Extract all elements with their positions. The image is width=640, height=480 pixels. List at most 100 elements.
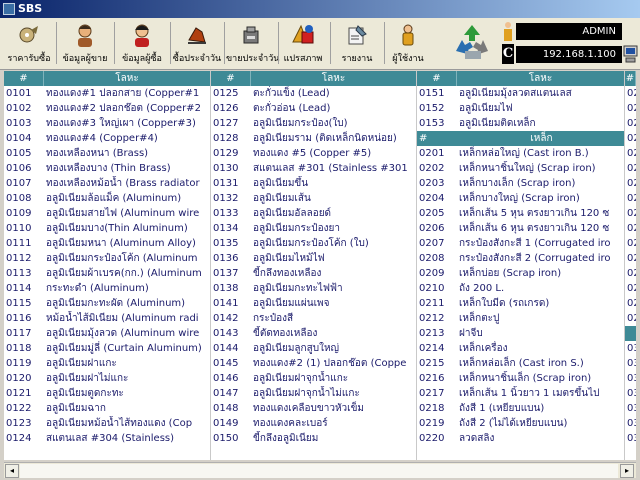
column-header[interactable]: # โลหะ xyxy=(211,71,416,86)
scroll-right-button[interactable]: ▸ xyxy=(620,464,634,478)
table-row[interactable]: 0201 เหล็กหล่อใหญ่ (Cast iron B.) xyxy=(417,146,624,161)
table-row[interactable]: 0141 อลูมิเนียมแผ่นเพจ xyxy=(211,296,416,311)
table-row[interactable]: 0206 เหล็กเส้น 6 หุน ตรงยาวเกิน 120 ซ xyxy=(417,221,624,236)
table-row[interactable]: 0119 อลูมิเนียมฝาแกะ xyxy=(4,356,210,371)
table-row[interactable]: 02 xyxy=(625,206,636,221)
seller-info-button[interactable]: ข้อมูลผู้ขาย xyxy=(58,20,112,66)
table-row[interactable]: 0203 เหล็กบางเล็ก (Scrap iron) xyxy=(417,176,624,191)
table-row[interactable]: 0130 สแตนเลส #301 (Stainless #301 xyxy=(211,161,416,176)
table-row[interactable]: 03 xyxy=(625,431,636,446)
table-row[interactable]: 0131 อลูมิเนียมขึ้น xyxy=(211,176,416,191)
table-row[interactable]: 0208 กระป๋องสังกะสี 2 (Corrugated iro xyxy=(417,251,624,266)
table-row[interactable]: 0211 เหล็กใบมีด (รถเกรด) xyxy=(417,296,624,311)
table-row[interactable]: 0121 อลูมิเนียมตูดกะทะ xyxy=(4,386,210,401)
table-row[interactable]: 0126 ตะกั่วอ่อน (Lead) xyxy=(211,101,416,116)
table-row[interactable]: 0219 ถังสี 2 (ไม่ได้เหยียบแบน) xyxy=(417,416,624,431)
table-row[interactable]: 0128 อลูมิเนียมราม (ติดเหล็กนิดหน่อย) xyxy=(211,131,416,146)
table-row[interactable]: 02 xyxy=(625,236,636,251)
table-row[interactable]: 0134 อลูมิเนียมกระป๋องยา xyxy=(211,221,416,236)
table-row[interactable]: 0115 อลูมิเนียมกะทะผัด (Aluminum) xyxy=(4,296,210,311)
table-row[interactable]: 02 xyxy=(625,221,636,236)
table-row[interactable]: 02 xyxy=(625,146,636,161)
table-row[interactable]: 0104 ทองแดง#4 (Copper#4) xyxy=(4,131,210,146)
column-header[interactable]: # โลหะ xyxy=(417,71,624,86)
table-row[interactable]: 02 xyxy=(625,131,636,146)
table-row[interactable]: 0103 ทองแดง#3 ใหญ่เผา (Copper#3) xyxy=(4,116,210,131)
table-row[interactable]: 02 xyxy=(625,176,636,191)
table-row[interactable]: 0217 เหล็กเส้น 1 นิ้วยาว 1 เมตรขึ้นไป xyxy=(417,386,624,401)
table-row[interactable]: 0112 อลูมิเนียมกระป๋องโค้ก (Aluminum xyxy=(4,251,210,266)
table-row[interactable]: 0212 เหล็กตะปู xyxy=(417,311,624,326)
table-row[interactable]: 0108 อลูมิเนียมล้อแม็ค (Aluminum) xyxy=(4,191,210,206)
table-row[interactable]: 03 xyxy=(625,341,636,356)
table-row[interactable]: 0118 อลูมิเนียมมู่ลี่ (Curtain Aluminum) xyxy=(4,341,210,356)
table-row[interactable]: 0105 ทองเหลืองหนา (Brass) xyxy=(4,146,210,161)
horizontal-scrollbar[interactable]: ◂ ▸ xyxy=(4,462,636,478)
column-header[interactable]: # โลหะ xyxy=(4,71,210,86)
table-row[interactable]: 03 xyxy=(625,416,636,431)
materials-grid[interactable]: # โลหะ 0101 ทองแดง#1 ปลอกสาย (Copper#1 0102 ท… xyxy=(4,71,636,460)
daily-buy-button[interactable]: ซื้อประจำวัน xyxy=(172,20,222,66)
title-bar[interactable]: SBS xyxy=(0,0,640,18)
table-row[interactable]: 0144 อลูมิเนียมลูกสูบใหญ่ xyxy=(211,341,416,356)
table-row[interactable]: 02 xyxy=(625,251,636,266)
table-row[interactable]: 0204 เหล็กบางใหญ่ (Scrap iron) xyxy=(417,191,624,206)
table-row[interactable]: 02 xyxy=(625,296,636,311)
table-row[interactable]: 03 xyxy=(625,386,636,401)
users-button[interactable]: ผู้ใช้งาน xyxy=(388,20,428,66)
table-row[interactable]: 0125 ตะกั่วแข็ง (Lead) xyxy=(211,86,416,101)
table-row[interactable]: 0151 อลูมิเนียมมุ้งลวดสแตนเลส xyxy=(417,86,624,101)
scroll-thumb[interactable] xyxy=(20,464,618,478)
table-row[interactable]: 0220 ลวดสลิง xyxy=(417,431,624,446)
table-row[interactable]: 0120 อลูมิเนียมฝาไม่แกะ xyxy=(4,371,210,386)
report-button[interactable]: รายงาน xyxy=(334,20,380,66)
table-row[interactable]: 0148 ทองแดงเคลือบขาวหัวเข็ม xyxy=(211,401,416,416)
table-row[interactable]: 0136 อลูมิเนียมไหม้ไฟ xyxy=(211,251,416,266)
table-row[interactable]: 0209 เหล็กบ่อย (Scrap iron) xyxy=(417,266,624,281)
table-row[interactable]: 02 xyxy=(625,86,636,101)
table-row[interactable]: 0147 อลูมิเนียมฝาจุกน้ำไม่แกะ xyxy=(211,386,416,401)
table-row[interactable]: 0213 ฝาจีบ xyxy=(417,326,624,341)
table-row[interactable]: 0124 สแตนเลส #304 (Stainless) xyxy=(4,431,210,446)
group-header-row[interactable] xyxy=(625,326,636,341)
table-row[interactable]: 0207 กระป๋องสังกะสี 1 (Corrugated iro xyxy=(417,236,624,251)
table-row[interactable]: 0146 อลูมิเนียมฝาจุกน้ำแกะ xyxy=(211,371,416,386)
table-row[interactable]: 0149 ทองแดงคละเบอร์ xyxy=(211,416,416,431)
table-row[interactable]: 0101 ทองแดง#1 ปลอกสาย (Copper#1 xyxy=(4,86,210,101)
table-row[interactable]: 0109 อลูมิเนียมสายไฟ (Aluminum wire xyxy=(4,206,210,221)
table-row[interactable]: 0123 อลูมิเนียมหม้อน้ำไส้ทองแดง (Cop xyxy=(4,416,210,431)
table-row[interactable]: 0214 เหล็กเครื่อง xyxy=(417,341,624,356)
table-row[interactable]: 0133 อลูมิเนียมอัลลอยด์ xyxy=(211,206,416,221)
table-row[interactable]: 0116 หม้อน้ำไส้มิเนียม (Aluminum radi xyxy=(4,311,210,326)
group-header-row[interactable]: # เหล็ก xyxy=(417,131,624,146)
table-row[interactable]: 0113 อลูมิเนียมผ้าเบรค(กก.) (Aluminum xyxy=(4,266,210,281)
table-row[interactable]: 02 xyxy=(625,191,636,206)
table-row[interactable]: 0216 เหล็กหนาชิ้นเล็ก (Scrap iron) xyxy=(417,371,624,386)
table-row[interactable]: 03 xyxy=(625,356,636,371)
table-row[interactable]: 02 xyxy=(625,116,636,131)
table-row[interactable]: 0145 ทองแดง#2 (1) ปลอกช๊อต (Coppe xyxy=(211,356,416,371)
buyer-info-button[interactable]: ข้อมูลผู้ซื้อ xyxy=(116,20,168,66)
table-row[interactable]: 0135 อลูมิเนียมกระป๋องโค้ก (ใบ) xyxy=(211,236,416,251)
table-row[interactable]: 0122 อลูมิเนียมฉาก xyxy=(4,401,210,416)
table-row[interactable]: 0143 ขี้ตัดทองเหลือง xyxy=(211,326,416,341)
column-header[interactable]: # xyxy=(625,71,636,86)
table-row[interactable]: 0132 อลูมิเนียมเส้น xyxy=(211,191,416,206)
table-row[interactable]: 0110 อลูมิเนียมบาง(Thin Aluminum) xyxy=(4,221,210,236)
table-row[interactable]: 0215 เหล็กหล่อเล็ก (Cast iron S.) xyxy=(417,356,624,371)
table-row[interactable]: 0142 กระป๋องสี xyxy=(211,311,416,326)
table-row[interactable]: 0153 อลูมิเนียมติดเหล็ก xyxy=(417,116,624,131)
table-row[interactable]: 03 xyxy=(625,401,636,416)
table-row[interactable]: 0218 ถังสี 1 (เหยียบแบน) xyxy=(417,401,624,416)
table-row[interactable]: 0152 อลูมิเนียมไฟ xyxy=(417,101,624,116)
daily-sell-button[interactable]: ขายประจำวัน xyxy=(226,20,279,66)
table-row[interactable]: 0137 ขี้กลึงทองเหลือง xyxy=(211,266,416,281)
convert-button[interactable]: แปรสภาพ xyxy=(280,20,326,66)
table-row[interactable]: 02 xyxy=(625,311,636,326)
table-row[interactable]: 02 xyxy=(625,161,636,176)
table-row[interactable]: 02 xyxy=(625,281,636,296)
table-row[interactable]: 0107 ทองเหลืองหม้อน้ำ (Brass radiator xyxy=(4,176,210,191)
table-row[interactable]: 0202 เหล็กหนาชิ้นใหญ่ (Scrap iron) xyxy=(417,161,624,176)
table-row[interactable]: 02 xyxy=(625,101,636,116)
table-row[interactable]: 0150 ขี้กลึงอลูมิเนียม xyxy=(211,431,416,446)
